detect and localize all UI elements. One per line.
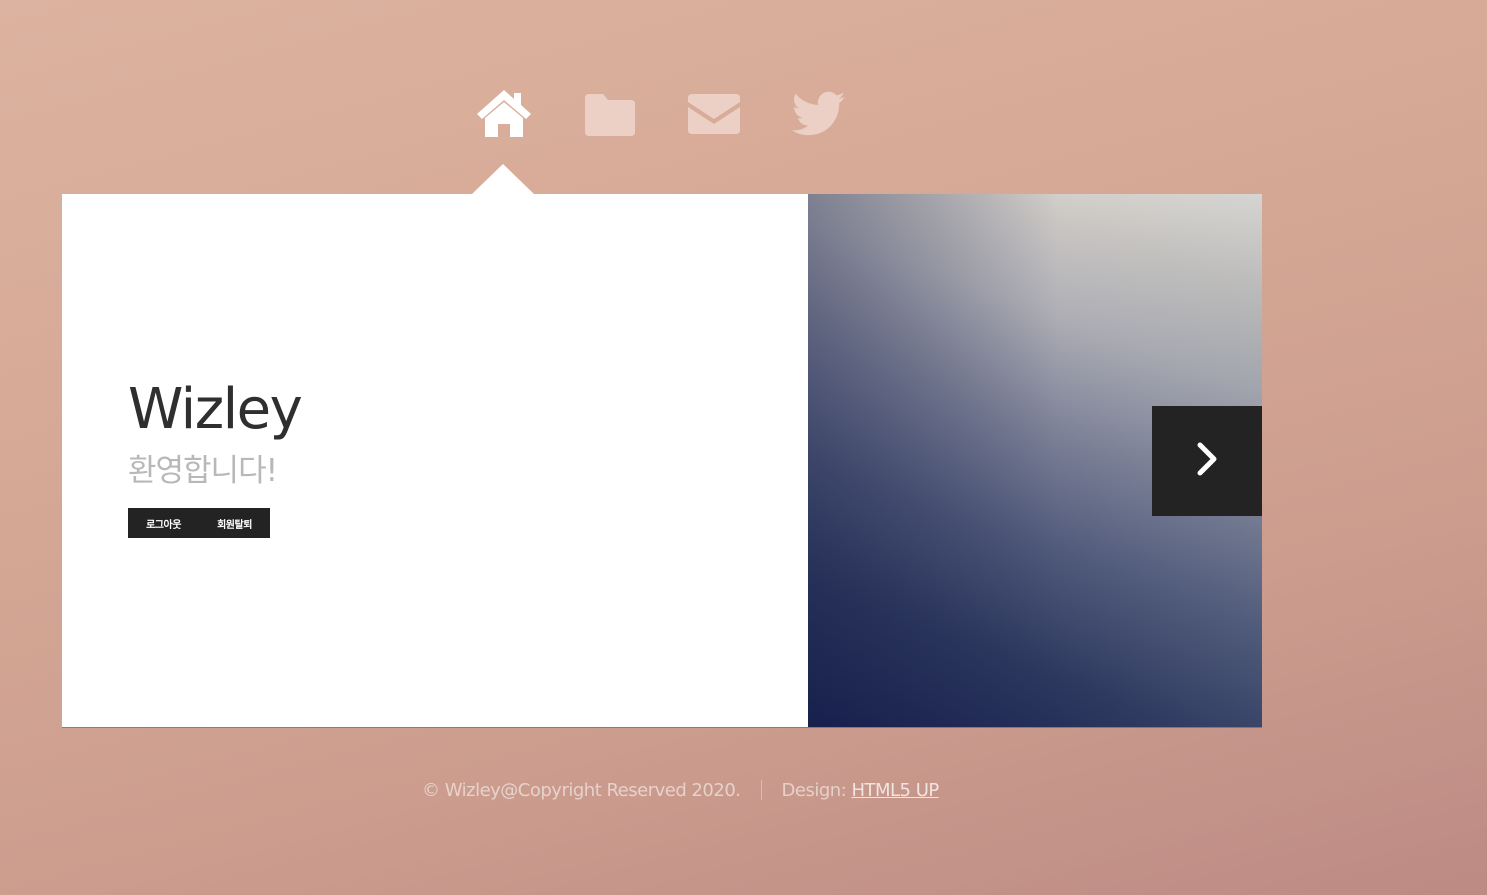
welcome-subtitle: 환영합니다! bbox=[128, 453, 278, 489]
action-buttons: 로그아웃 회원탈퇴 bbox=[128, 508, 270, 538]
withdraw-button[interactable]: 회원탈퇴 bbox=[199, 508, 270, 538]
nav-pointer bbox=[472, 164, 534, 194]
copyright-text: © Wizley@Copyright Reserved 2020. bbox=[422, 779, 741, 801]
footer: © Wizley@Copyright Reserved 2020. Design… bbox=[422, 778, 939, 802]
hero-image bbox=[808, 194, 1262, 727]
logout-button[interactable]: 로그아웃 bbox=[128, 508, 199, 538]
home-icon bbox=[473, 88, 535, 140]
intro: Wizley 환영합니다! 로그아웃 회원탈퇴 bbox=[128, 374, 303, 538]
site-title: Wizley bbox=[128, 377, 303, 442]
nav-item-folder[interactable] bbox=[577, 88, 641, 140]
twitter-icon bbox=[792, 91, 846, 137]
footer-divider bbox=[760, 780, 762, 800]
nav-item-mail[interactable] bbox=[682, 88, 746, 140]
main-panel: Wizley 환영합니다! 로그아웃 회원탈퇴 bbox=[62, 164, 1262, 727]
nav-item-twitter[interactable] bbox=[787, 88, 851, 140]
folder-icon bbox=[581, 92, 637, 136]
chevron-right-icon bbox=[1195, 441, 1219, 481]
next-button[interactable] bbox=[1152, 406, 1262, 516]
envelope-icon bbox=[686, 93, 742, 135]
design-label: Design: bbox=[781, 779, 852, 801]
design-link[interactable]: HTML5 UP bbox=[851, 780, 939, 801]
nav-item-home[interactable] bbox=[472, 88, 536, 140]
